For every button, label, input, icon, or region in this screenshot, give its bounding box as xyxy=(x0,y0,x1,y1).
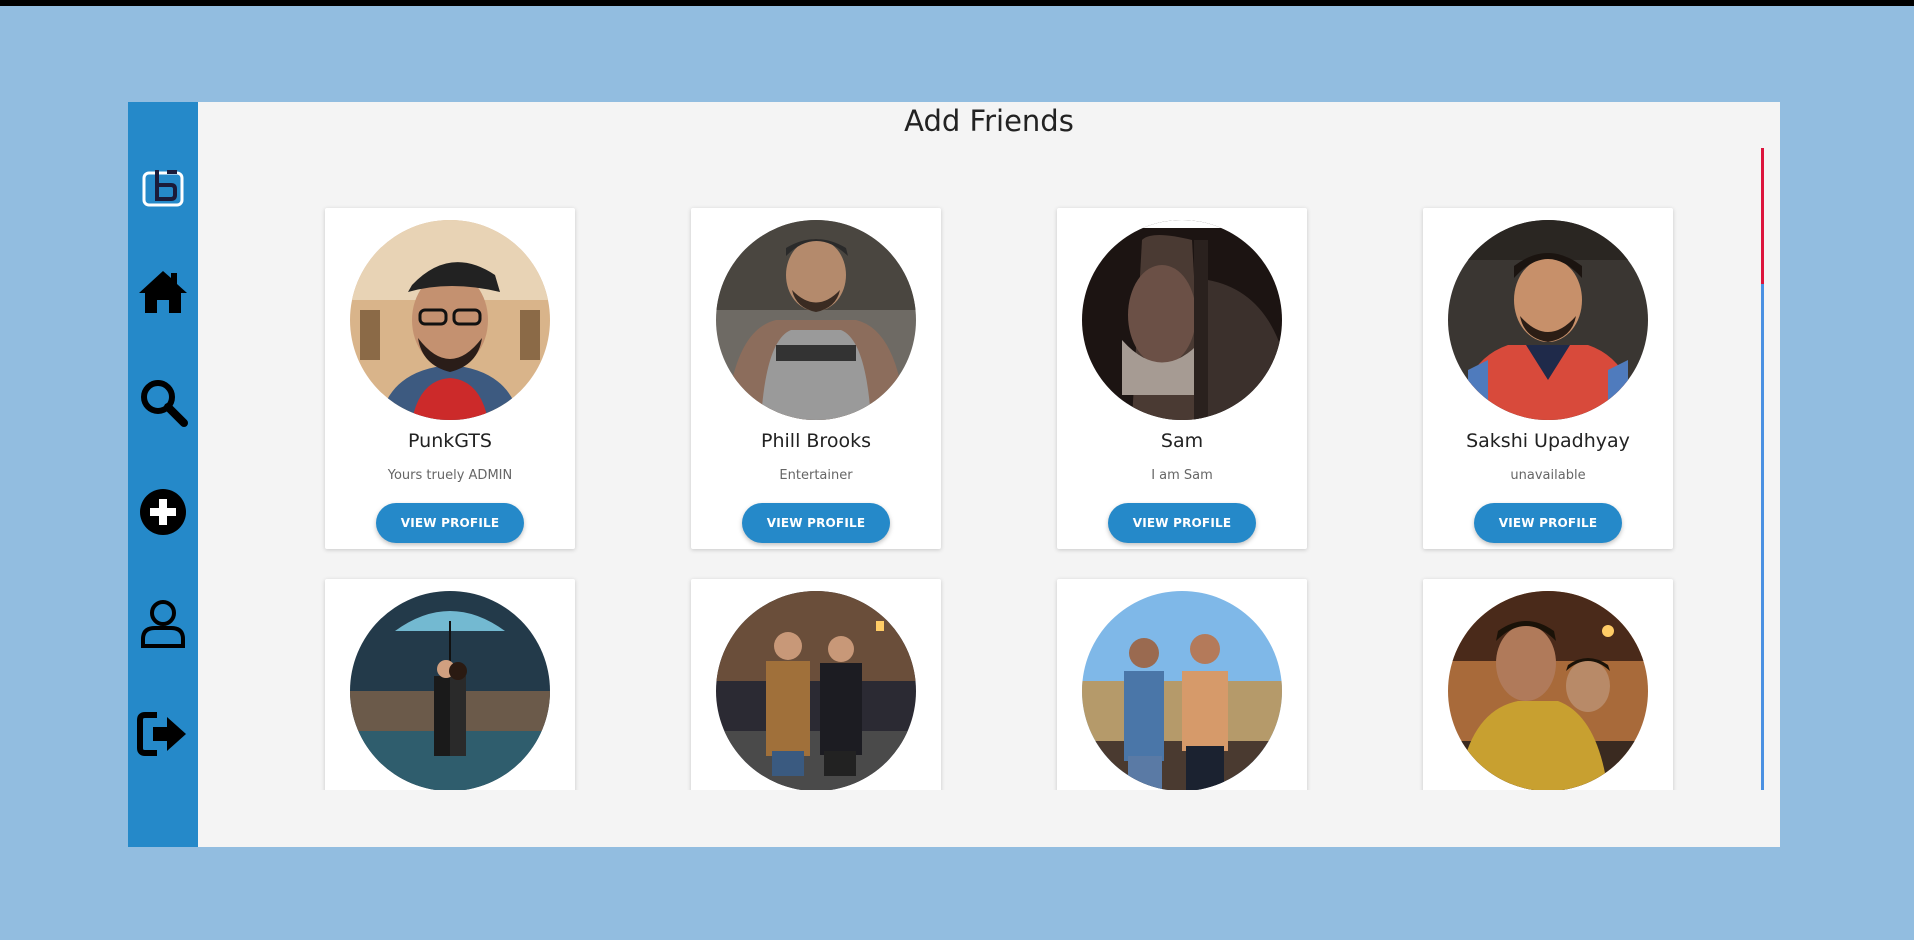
friend-card xyxy=(691,579,941,790)
sidebar xyxy=(128,102,198,847)
friend-avatar xyxy=(350,220,550,420)
friend-name: Phill Brooks xyxy=(761,430,871,452)
sign-out-icon[interactable] xyxy=(137,708,189,760)
friend-avatar xyxy=(1082,591,1282,790)
friend-avatar xyxy=(350,591,550,790)
friend-card: Sakshi Upadhyay unavailable VIEW PROFILE xyxy=(1423,208,1673,549)
search-icon[interactable] xyxy=(137,376,189,428)
friend-card xyxy=(1423,579,1673,790)
friend-card: Sam I am Sam VIEW PROFILE xyxy=(1057,208,1307,549)
view-profile-button[interactable]: VIEW PROFILE xyxy=(1108,503,1256,543)
friend-card: PunkGTS Yours truely ADMIN VIEW PROFILE xyxy=(325,208,575,549)
friend-card xyxy=(1057,579,1307,790)
user-icon[interactable] xyxy=(137,598,189,650)
main-content: Add Friends PunkGTS Yours truely ADMIN V… xyxy=(198,102,1780,847)
plus-circle-icon[interactable] xyxy=(137,486,189,538)
friend-avatar xyxy=(716,220,916,420)
scrollbar-thumb[interactable] xyxy=(1761,148,1764,284)
friend-avatar xyxy=(1448,220,1648,420)
view-profile-button[interactable]: VIEW PROFILE xyxy=(742,503,890,543)
view-profile-button[interactable]: VIEW PROFILE xyxy=(376,503,524,543)
friend-status: unavailable xyxy=(1510,468,1586,483)
friend-name: Sakshi Upadhyay xyxy=(1466,430,1630,452)
friend-avatar xyxy=(1082,220,1282,420)
logo-icon[interactable] xyxy=(137,162,189,214)
friend-status: I am Sam xyxy=(1151,468,1213,483)
app-window: Add Friends PunkGTS Yours truely ADMIN V… xyxy=(128,102,1780,847)
friend-name: PunkGTS xyxy=(408,430,492,452)
friend-card: Phill Brooks Entertainer VIEW PROFILE xyxy=(691,208,941,549)
friend-name: Sam xyxy=(1160,430,1204,452)
friend-avatar xyxy=(1448,591,1648,790)
scrollbar[interactable] xyxy=(1761,148,1764,790)
page-title: Add Friends xyxy=(904,104,1074,138)
top-border xyxy=(0,0,1914,6)
friend-status: Entertainer xyxy=(779,468,853,483)
friend-card xyxy=(325,579,575,790)
view-profile-button[interactable]: VIEW PROFILE xyxy=(1474,503,1622,543)
home-icon[interactable] xyxy=(137,266,189,318)
friends-grid: PunkGTS Yours truely ADMIN VIEW PROFILE xyxy=(198,148,1780,790)
friend-avatar xyxy=(716,591,916,790)
friend-status: Yours truely ADMIN xyxy=(387,468,513,483)
friends-scroll-area[interactable]: PunkGTS Yours truely ADMIN VIEW PROFILE xyxy=(198,148,1780,790)
